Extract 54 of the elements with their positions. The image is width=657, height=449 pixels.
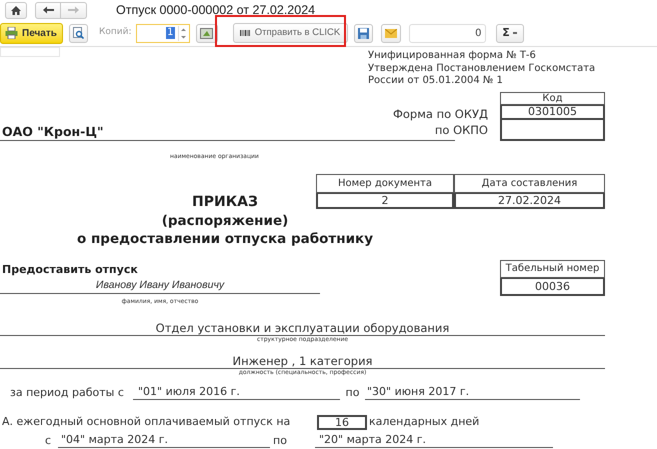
days-label: календарных дней <box>368 415 480 429</box>
table-header-cell: Дата составления <box>454 174 605 193</box>
form-header-line: Утверждена Постановлением Госкомстата <box>368 62 596 75</box>
leave-days: 16 <box>317 414 367 430</box>
code-header: Код <box>500 92 605 105</box>
okud-label: Форма по ОКУД <box>392 106 489 122</box>
leave-to-date: "20" марта 2024 г. <box>315 433 553 448</box>
settings-button[interactable] <box>196 24 218 42</box>
period-to-date: "30" июня 2017 г. <box>365 385 580 400</box>
leave-from-date: "04" марта 2024 г. <box>58 433 270 448</box>
caret-down-icon <box>512 32 517 34</box>
table-cell: 2 <box>316 193 454 209</box>
spin-arrows-icon <box>178 26 189 40</box>
table-cell: 27.02.2024 <box>454 193 605 209</box>
position-name: Инженер , 1 категория <box>0 354 605 369</box>
sum-button[interactable]: Σ <box>496 24 524 42</box>
copies-label: Копий: <box>99 26 132 40</box>
print-button[interactable]: Печать <box>0 22 63 44</box>
window-title: Отпуск 0000-000002 от 27.02.2024 <box>116 2 316 19</box>
leave-type-label: А. ежегодный основной оплачиваемый отпуск на <box>1 415 292 429</box>
tab-number: 00036 <box>500 278 605 296</box>
printer-icon <box>5 27 18 39</box>
home-button[interactable] <box>5 2 27 18</box>
leave-from-label: с <box>44 434 52 448</box>
form-header-line: Унифицированная форма № Т-6 <box>368 50 537 62</box>
picture-frame-icon <box>200 28 214 38</box>
order-title-line: (распоряжение) <box>162 212 288 230</box>
leave-to-label: по <box>272 434 288 448</box>
tab-number-header: Табельный номер <box>500 260 605 278</box>
period-from-date: "01" июля 2016 г. <box>133 385 340 400</box>
preview-button[interactable] <box>69 24 88 42</box>
order-title-line: ПРИКАЗ <box>192 193 258 212</box>
barcode-icon <box>240 30 250 36</box>
copies-spinner[interactable]: 1 <box>136 24 190 42</box>
back-button[interactable] <box>35 2 61 18</box>
order-title-line: о предоставлении отпуска работнику <box>76 230 374 248</box>
table-header-cell: Номер документа <box>316 174 454 193</box>
arrow-right-icon <box>68 6 79 14</box>
form-header-line: России от 05.01.2004 № 1 <box>368 75 504 88</box>
envelope-icon <box>384 28 397 38</box>
okpo-label: по ОКПО <box>434 122 489 138</box>
home-icon <box>11 6 21 14</box>
okud-code: 0301005 <box>500 105 605 120</box>
send-click-button[interactable]: Отправить в CLICK <box>232 23 348 43</box>
mail-button[interactable] <box>380 24 401 42</box>
arrow-left-icon <box>42 6 54 14</box>
department-name: Отдел установки и эксплуатации оборудования <box>0 321 605 336</box>
period-from-label: за период работы с <box>9 386 125 400</box>
period-to-label: по <box>344 386 360 400</box>
amount-field[interactable]: 0 <box>408 24 486 42</box>
save-button[interactable] <box>354 24 373 42</box>
grant-label: Предоставить отпуск <box>1 262 139 277</box>
magnifier-page-icon <box>73 27 84 39</box>
employee-name: Иванову Ивану Ивановичу <box>0 277 320 294</box>
